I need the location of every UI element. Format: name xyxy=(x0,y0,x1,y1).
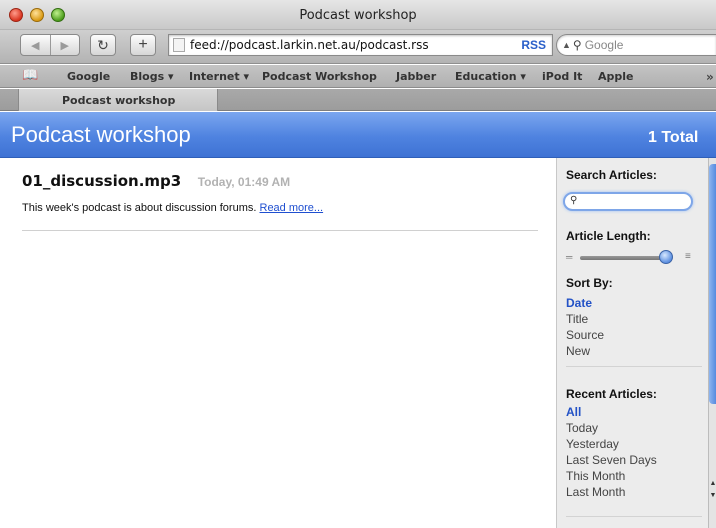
minimize-window-button[interactable] xyxy=(30,8,44,22)
recent-all[interactable]: All xyxy=(566,405,581,419)
window-title: Podcast workshop xyxy=(299,8,417,23)
sort-by-title[interactable]: Title xyxy=(566,312,588,326)
sort-by-heading: Sort By: xyxy=(566,276,613,290)
article-length-slider-handle[interactable] xyxy=(658,250,673,264)
bookmark-google[interactable]: Google xyxy=(67,70,110,83)
magnifier-icon: ⚲ xyxy=(570,195,578,206)
tab-podcast-workshop[interactable]: Podcast workshop xyxy=(18,89,218,111)
address-bar[interactable]: feed://podcast.larkin.net.au/podcast.rss… xyxy=(168,34,553,56)
sidebar-divider xyxy=(566,366,702,367)
bookmark-education-menu[interactable]: Education ▾ xyxy=(455,70,526,83)
google-search-field[interactable]: ▲ ⚲ Google xyxy=(556,34,716,56)
article-item: 01_discussion.mp3 Today, 01:49 AM This w… xyxy=(22,172,538,214)
recent-today[interactable]: Today xyxy=(566,421,598,435)
search-articles-input[interactable]: ⚲ xyxy=(563,192,693,211)
recent-last-month[interactable]: Last Month xyxy=(566,485,625,499)
recent-this-month[interactable]: This Month xyxy=(566,469,625,483)
sort-by-new[interactable]: New xyxy=(566,344,590,358)
read-more-link[interactable]: Read more... xyxy=(260,202,324,214)
article-length-slider[interactable] xyxy=(580,256,670,260)
feed-sidebar: Search Articles: ⚲ Article Length: ═ ≡ S… xyxy=(556,158,708,528)
article-divider xyxy=(22,230,538,231)
reload-icon[interactable]: ↻ xyxy=(90,34,116,56)
article-title[interactable]: 01_discussion.mp3 xyxy=(22,172,181,190)
add-bookmark-icon[interactable]: + xyxy=(130,34,156,56)
back-arrow-icon[interactable]: ◀ xyxy=(21,39,50,52)
bookmark-apple[interactable]: Apple xyxy=(598,70,634,83)
window-titlebar: Podcast workshop xyxy=(0,0,716,30)
magnifier-icon: ⚲ xyxy=(572,38,582,52)
scrollbar-thumb[interactable] xyxy=(709,164,716,404)
feed-header: Podcast workshop 1 Total xyxy=(0,112,716,158)
bookmark-blogs-menu[interactable]: Blogs ▾ xyxy=(130,70,173,83)
vertical-scrollbar[interactable]: ▲ ▼ xyxy=(708,158,716,528)
sort-by-source[interactable]: Source xyxy=(566,328,604,342)
feed-title: Podcast workshop xyxy=(11,122,191,147)
sort-by-date[interactable]: Date xyxy=(566,296,592,310)
more-bookmarks-icon[interactable]: » xyxy=(706,70,714,84)
browser-toolbar: ◀ ▶ ↻ + feed://podcast.larkin.net.au/pod… xyxy=(0,30,716,64)
forward-arrow-icon[interactable]: ▶ xyxy=(51,39,80,52)
article-summary-text: This week's podcast is about discussion … xyxy=(22,202,257,214)
scroll-down-arrow-icon[interactable]: ▼ xyxy=(709,492,716,499)
bookmark-jabber[interactable]: Jabber xyxy=(396,70,436,83)
tab-bar: Podcast workshop xyxy=(0,89,716,111)
scroll-up-arrow-icon[interactable]: ▲ xyxy=(709,480,716,487)
long-length-icon: ≡ xyxy=(685,251,691,262)
article-date: Today, 01:49 AM xyxy=(197,175,291,189)
recent-last-seven-days[interactable]: Last Seven Days xyxy=(566,453,657,467)
recent-yesterday[interactable]: Yesterday xyxy=(566,437,619,451)
article-summary: This week's podcast is about discussion … xyxy=(22,202,538,214)
bookmarks-book-icon[interactable]: 📖 xyxy=(22,68,38,83)
article-length-heading: Article Length: xyxy=(566,229,651,243)
search-articles-heading: Search Articles: xyxy=(566,168,657,182)
zoom-window-button[interactable] xyxy=(51,8,65,22)
search-placeholder: Google xyxy=(584,38,624,52)
close-window-button[interactable] xyxy=(9,8,23,22)
recent-articles-heading: Recent Articles: xyxy=(566,387,657,401)
sidebar-divider xyxy=(566,516,702,517)
bookmark-podcast-workshop[interactable]: Podcast Workshop xyxy=(262,70,377,83)
rss-button[interactable]: RSS xyxy=(521,38,546,52)
article-count: 1 Total xyxy=(648,129,699,146)
bookmark-ipod-it[interactable]: iPod It xyxy=(542,70,582,83)
url-input[interactable]: feed://podcast.larkin.net.au/podcast.rss xyxy=(190,38,521,52)
back-forward-buttons: ◀ ▶ xyxy=(20,34,80,56)
bookmarks-bar: 📖 Google Blogs ▾ Internet ▾ Podcast Work… xyxy=(0,65,716,88)
short-length-icon: ═ xyxy=(566,252,573,262)
page-favicon-icon xyxy=(173,38,185,52)
search-menu-icon[interactable]: ▲ xyxy=(562,40,571,50)
bookmark-internet-menu[interactable]: Internet ▾ xyxy=(189,70,249,83)
